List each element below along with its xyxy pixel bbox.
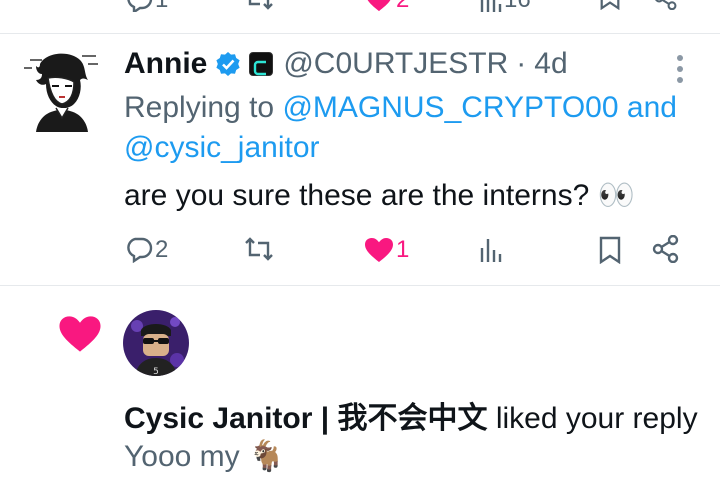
retweet-icon <box>248 0 273 10</box>
retweet-button[interactable] <box>244 236 274 262</box>
mention-link[interactable]: @cysic_janitor <box>124 131 320 164</box>
like-button[interactable]: 1 <box>364 236 409 264</box>
liker-name[interactable]: Cysic Janitor | 我不会中文 <box>124 402 487 435</box>
conjunction: and <box>626 91 677 124</box>
bookmark-icon <box>599 236 621 264</box>
liked-reply-preview: Yooo my 🐐 <box>124 440 286 473</box>
tweet-header: Annie @C0URTJESTR · 4d <box>124 47 568 81</box>
retweet-icon <box>245 237 273 261</box>
share-icon <box>655 0 677 10</box>
prev-bookmark-button[interactable] <box>598 0 622 10</box>
heart-icon <box>367 0 391 12</box>
prev-view-count: 16 <box>504 0 531 14</box>
divider <box>0 33 720 34</box>
notification-text: Cysic Janitor | 我不会中文 liked your reply <box>124 393 698 437</box>
views-icon <box>480 239 502 262</box>
replying-to-second-line: @cysic_janitor <box>124 131 320 165</box>
reply-count: 2 <box>155 236 169 263</box>
tweet-time[interactable]: 4d <box>534 47 567 81</box>
reply-icon <box>127 237 153 263</box>
prev-reply-count: 1 <box>155 0 168 14</box>
replying-to-label: Replying to <box>124 91 275 124</box>
avatar[interactable]: 5 <box>123 310 189 376</box>
more-options-icon[interactable] <box>672 54 688 84</box>
notification-action: liked your reply <box>495 402 698 435</box>
prev-views-button[interactable]: 16 <box>480 0 531 14</box>
prev-retweet-button[interactable] <box>244 0 274 10</box>
verified-badge-icon <box>216 52 240 76</box>
svg-text:5: 5 <box>153 367 159 376</box>
prev-like-button[interactable]: 2 <box>364 0 409 14</box>
tweet-text: are you sure these are the interns? 👀 <box>124 179 635 212</box>
views-button[interactable] <box>480 236 502 262</box>
author-name[interactable]: Annie <box>124 47 207 81</box>
previous-tweet-actions: 1 2 16 <box>0 0 720 13</box>
prev-reply-button[interactable]: 1 <box>125 0 168 14</box>
heart-icon <box>365 238 393 262</box>
dot-separator: · <box>516 47 527 80</box>
share-icon <box>652 235 679 263</box>
divider <box>0 285 720 286</box>
affiliate-badge-icon[interactable] <box>249 52 274 76</box>
author-handle[interactable]: @C0URTJESTR <box>283 47 508 81</box>
avatar[interactable] <box>22 50 102 132</box>
views-icon <box>480 0 502 12</box>
replying-to: Replying to @MAGNUS_CRYPTO00 and <box>124 91 677 125</box>
prev-share-button[interactable] <box>652 0 680 10</box>
share-button[interactable] <box>652 235 680 263</box>
reply-button[interactable]: 2 <box>125 236 168 264</box>
bookmark-button[interactable] <box>598 236 622 264</box>
heart-icon <box>59 316 101 352</box>
reply-icon <box>127 0 153 12</box>
prev-like-count: 2 <box>396 0 409 14</box>
mention-link[interactable]: @MAGNUS_CRYPTO00 <box>282 91 618 124</box>
like-count: 1 <box>396 236 410 263</box>
bookmark-icon <box>600 0 620 10</box>
